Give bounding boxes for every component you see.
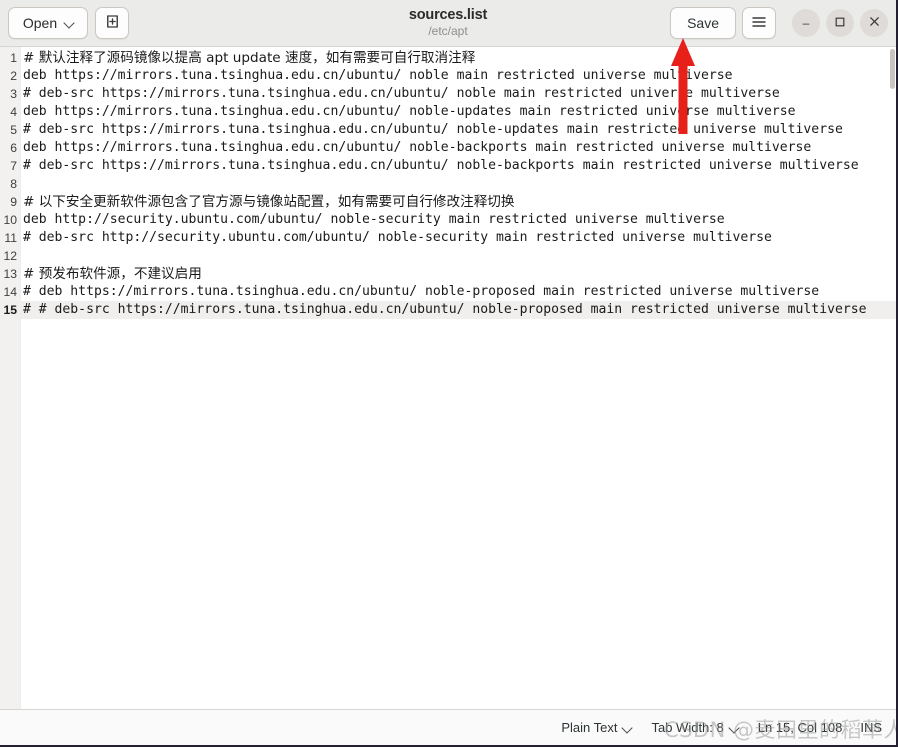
editor-line[interactable]: 14 # deb https://mirrors.tuna.tsinghua.ed… — [0, 283, 896, 301]
close-button[interactable] — [860, 9, 888, 37]
line-number: 14 — [3, 285, 17, 299]
save-button-label: Save — [687, 15, 719, 31]
editor-line[interactable]: 11 # deb-src http://security.ubuntu.com/u… — [0, 229, 896, 247]
line-text: deb https://mirrors.tuna.tsinghua.edu.cn… — [23, 104, 796, 119]
chevron-down-icon — [65, 18, 75, 28]
editor-line[interactable]: 4 deb https://mirrors.tuna.tsinghua.edu.c… — [0, 103, 896, 121]
line-number: 15 — [3, 303, 17, 317]
editor-line[interactable]: 15 # # deb-src https://mirrors.tuna.tsing… — [0, 301, 896, 319]
header-bar: Open sources.list /etc/apt Save – — [0, 0, 896, 47]
line-text: deb https://mirrors.tuna.tsinghua.edu.cn… — [23, 140, 812, 155]
chevron-down-icon — [623, 723, 633, 733]
editor-line[interactable]: 10 deb http://security.ubuntu.com/ubuntu/… — [0, 211, 896, 229]
line-text: # deb-src https://mirrors.tuna.tsinghua.… — [23, 86, 780, 101]
vertical-scrollbar[interactable] — [890, 49, 895, 89]
line-number: 9 — [10, 195, 17, 209]
header-right-controls: Save – — [670, 7, 888, 39]
new-document-button[interactable] — [95, 7, 129, 39]
line-number: 8 — [10, 177, 17, 191]
cursor-position-indicator[interactable]: Ln 15, Col 108 — [758, 720, 843, 735]
editor-line[interactable]: 12 — [0, 247, 896, 265]
line-number: 3 — [10, 87, 17, 101]
maximize-button[interactable] — [826, 9, 854, 37]
line-text: # deb-src https://mirrors.tuna.tsinghua.… — [23, 122, 843, 137]
maximize-icon — [835, 16, 845, 30]
line-text: deb http://security.ubuntu.com/ubuntu/ n… — [23, 212, 725, 227]
page-title: sources.list — [408, 7, 488, 24]
line-number: 4 — [10, 105, 17, 119]
editor-line[interactable]: 1 # 默认注释了源码镜像以提高 apt update 速度，如有需要可自行取消注… — [0, 49, 896, 67]
new-document-icon — [104, 13, 121, 33]
line-text: # # deb-src https://mirrors.tuna.tsinghu… — [23, 302, 867, 317]
cursor-position-label: Ln 15, Col 108 — [757, 720, 843, 735]
line-text: # 以下安全更新软件源包含了官方源与镜像站配置，如有需要可自行修改注释切换 — [23, 194, 515, 210]
editor-line[interactable]: 3 # deb-src https://mirrors.tuna.tsinghua… — [0, 85, 896, 103]
text-editor-area[interactable]: 1 # 默认注释了源码镜像以提高 apt update 速度，如有需要可自行取消注… — [0, 47, 896, 709]
insert-mode-label: INS — [860, 720, 882, 735]
line-number: 11 — [4, 231, 17, 245]
line-number: 13 — [3, 267, 17, 281]
minimize-button[interactable]: – — [792, 9, 820, 37]
line-number: 5 — [10, 123, 17, 137]
editor-line[interactable]: 6 deb https://mirrors.tuna.tsinghua.edu.c… — [0, 139, 896, 157]
syntax-highlight-selector[interactable]: Plain Text — [561, 720, 633, 735]
line-text: # deb-src http://security.ubuntu.com/ubu… — [23, 230, 772, 245]
line-number: 12 — [3, 249, 17, 263]
main-menu-button[interactable] — [742, 7, 776, 39]
hamburger-menu-icon — [751, 15, 767, 32]
line-text: # deb https://mirrors.tuna.tsinghua.edu.… — [23, 284, 820, 299]
open-button-label: Open — [22, 15, 58, 31]
editor-line[interactable]: 8 — [0, 175, 896, 193]
text-editor-window: Open sources.list /etc/apt Save – 1 # 默认… — [0, 0, 898, 747]
editor-line[interactable]: 9 # 以下安全更新软件源包含了官方源与镜像站配置，如有需要可自行修改注释切换 — [0, 193, 896, 211]
line-text: # 预发布软件源，不建议启用 — [23, 266, 202, 282]
line-text: # deb-src https://mirrors.tuna.tsinghua.… — [23, 158, 859, 173]
open-button[interactable]: Open — [8, 7, 88, 39]
editor-lines[interactable]: 1 # 默认注释了源码镜像以提高 apt update 速度，如有需要可自行取消注… — [0, 47, 896, 319]
tab-width-label: Tab Width: 8 — [651, 720, 724, 735]
insert-mode-indicator[interactable]: INS — [860, 720, 882, 735]
syntax-highlight-label: Plain Text — [561, 720, 618, 735]
line-text: # 默认注释了源码镜像以提高 apt update 速度，如有需要可自行取消注释 — [23, 50, 476, 66]
tab-width-selector[interactable]: Tab Width: 8 — [651, 720, 739, 735]
save-button[interactable]: Save — [670, 7, 736, 39]
line-number: 1 — [10, 51, 17, 65]
page-subtitle-path: /etc/apt — [428, 24, 468, 39]
minimize-icon: – — [802, 16, 810, 30]
close-icon — [869, 16, 880, 30]
editor-line[interactable]: 7 # deb-src https://mirrors.tuna.tsinghua… — [0, 157, 896, 175]
chevron-down-icon — [730, 723, 740, 733]
editor-line[interactable]: 13 # 预发布软件源，不建议启用 — [0, 265, 896, 283]
line-number: 7 — [10, 159, 17, 173]
line-number: 6 — [10, 141, 17, 155]
line-text: deb https://mirrors.tuna.tsinghua.edu.cn… — [23, 68, 733, 83]
editor-line[interactable]: 5 # deb-src https://mirrors.tuna.tsinghua… — [0, 121, 896, 139]
editor-line[interactable]: 2 deb https://mirrors.tuna.tsinghua.edu.c… — [0, 67, 896, 85]
line-number: 2 — [10, 69, 17, 83]
status-bar: Plain Text Tab Width: 8 Ln 15, Col 108 I… — [0, 709, 896, 745]
line-number: 10 — [3, 213, 17, 227]
header-left-controls: Open — [8, 7, 129, 39]
